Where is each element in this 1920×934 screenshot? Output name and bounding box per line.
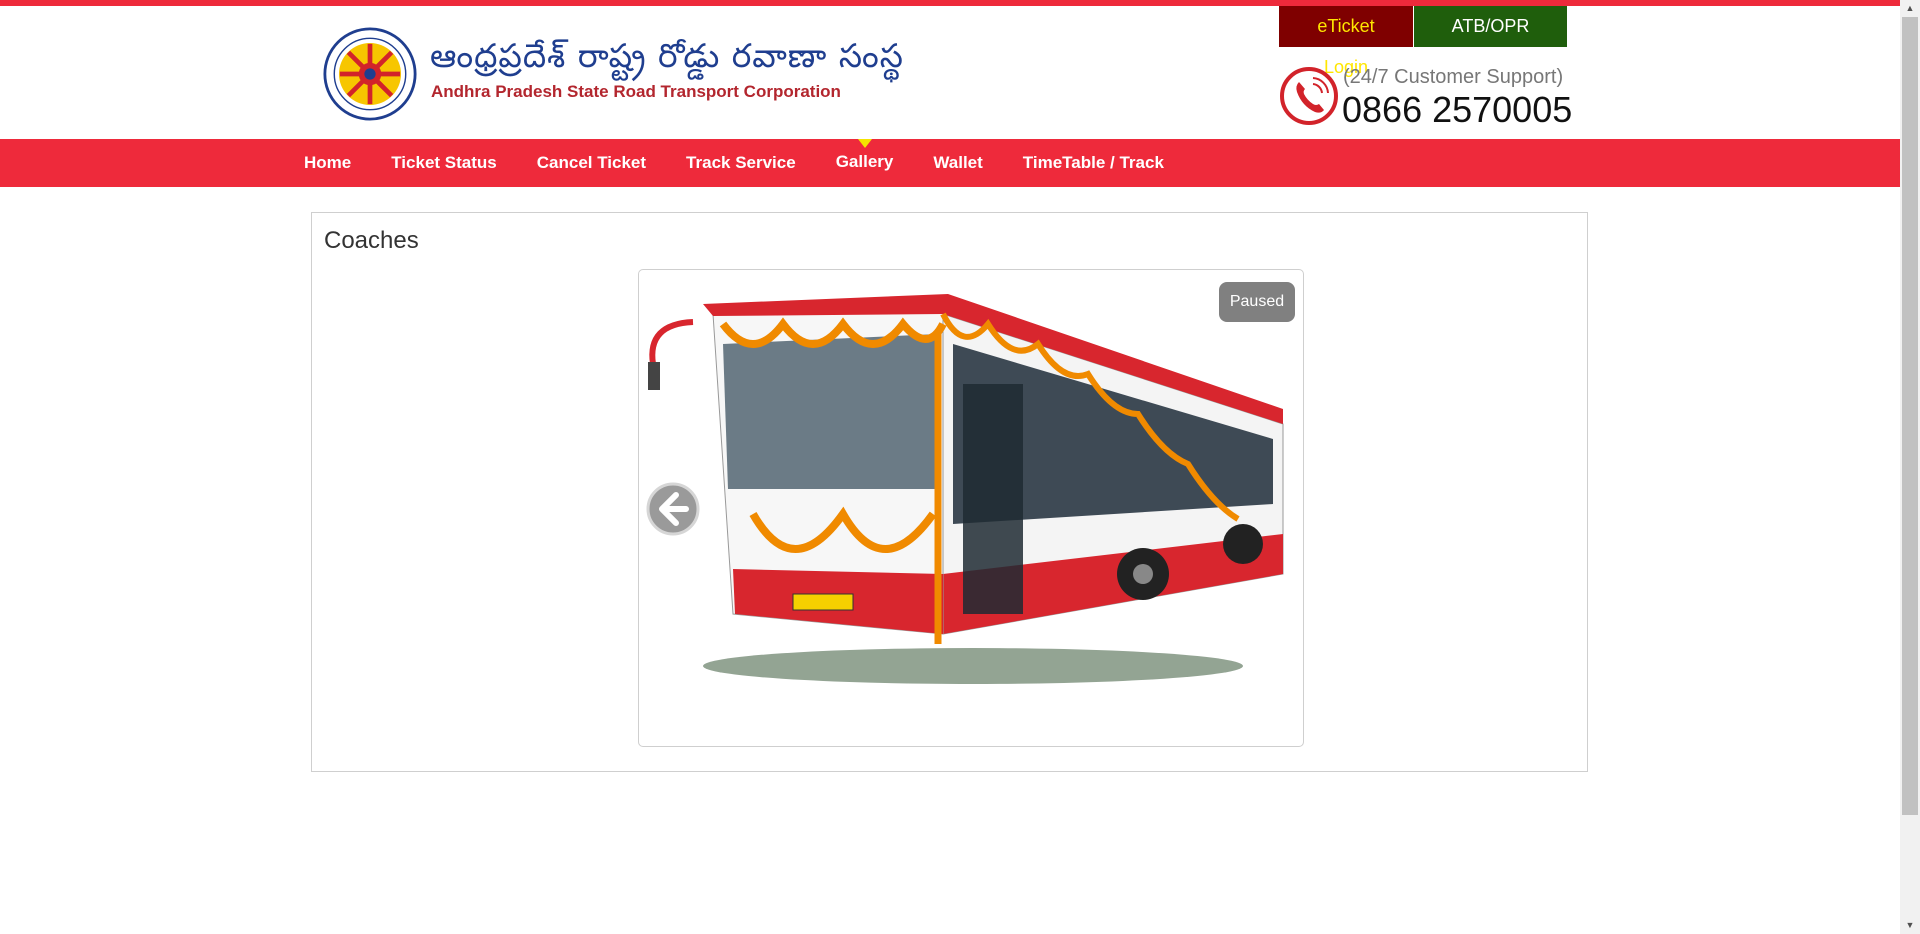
scroll-up-icon[interactable]: ▲ [1900,0,1920,17]
nav-item-timetable-track[interactable]: TimeTable / Track [1003,139,1184,187]
customer-support-phone[interactable]: 0866 2570005 [1342,89,1572,131]
logo-telugu-text: ఆంధ్రప్రదేశ్ రాష్ట్ర రోడ్డు రవాణా సంస్థ [430,36,904,75]
main-nav: Home Ticket Status Cancel Ticket Track S… [0,139,1900,187]
apsrtc-emblem-icon[interactable] [323,27,417,121]
nav-item-wallet[interactable]: Wallet [913,139,1002,187]
bus-photo [648,294,1284,684]
scroll-down-icon[interactable]: ▼ [1900,917,1920,934]
nav-item-track-service[interactable]: Track Service [666,139,816,187]
phone-icon [1280,67,1338,125]
nav-item-home[interactable]: Home [284,139,371,187]
customer-support-label: (24/7 Customer Support) [1343,66,1564,88]
eticket-login-button[interactable]: eTicket Login [1279,6,1413,77]
nav-item-gallery[interactable]: Gallery [816,139,914,187]
nav-item-cancel-ticket[interactable]: Cancel Ticket [517,139,666,187]
scrollbar-thumb[interactable] [1902,17,1918,815]
slideshow-status-badge[interactable]: Paused [1219,282,1295,322]
gallery-title: Coaches [324,227,419,254]
logo-english-text: Andhra Pradesh State Road Transport Corp… [431,82,841,101]
site-header: ఆంధ్రప్రదేశ్ రాష్ట్ర రోడ్డు రవాణా సంస్థ … [0,6,1900,139]
image-slider[interactable]: Paused [638,269,1304,747]
atb-opr-login-button[interactable]: ATB/OPR Login [1414,6,1567,77]
page-scrollbar[interactable]: ▲ ▼ [1900,0,1920,934]
arrow-left-circle-icon[interactable] [646,482,700,536]
nav-item-ticket-status[interactable]: Ticket Status [371,139,517,187]
gallery-panel: Coaches Paused [311,212,1588,772]
